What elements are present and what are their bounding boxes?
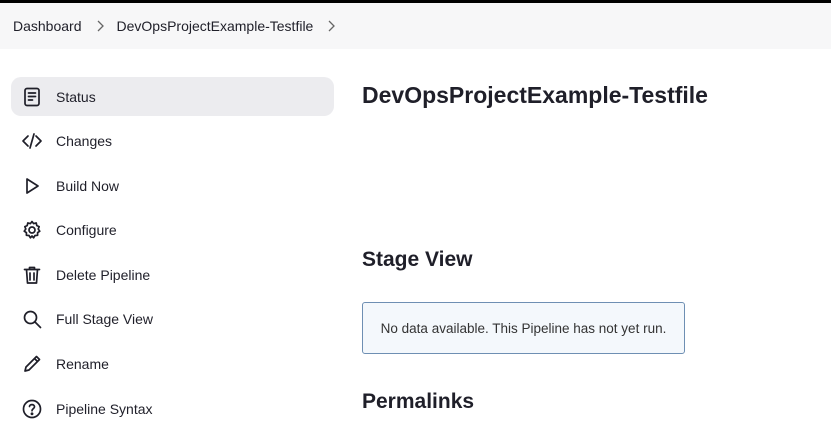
sidebar-item-delete-pipeline[interactable]: Delete Pipeline: [11, 255, 334, 294]
help-icon: [21, 398, 43, 420]
sidebar-item-rename[interactable]: Rename: [11, 345, 334, 384]
status-doc-icon: [21, 86, 43, 108]
trash-icon: [21, 264, 43, 286]
sidebar-item-label: Rename: [56, 356, 109, 373]
chevron-right-icon[interactable]: [326, 20, 336, 32]
sidebar-item-label: Configure: [56, 222, 117, 239]
search-icon: [21, 308, 43, 330]
stage-view-empty-notice: No data available. This Pipeline has not…: [362, 302, 685, 354]
sidebar-item-changes[interactable]: Changes: [11, 122, 334, 161]
breadcrumb-project[interactable]: DevOpsProjectExample-Testfile: [117, 18, 314, 34]
breadcrumb: Dashboard DevOpsProjectExample-Testfile: [0, 3, 831, 49]
sidebar-item-label: Changes: [56, 133, 113, 150]
sidebar-item-build-now[interactable]: Build Now: [11, 166, 334, 205]
sidebar-item-label: Full Stage View: [56, 311, 154, 328]
pencil-icon: [21, 353, 43, 375]
sidebar-item-label: Delete Pipeline: [56, 266, 151, 283]
sidebar-item-label: Status: [56, 88, 96, 105]
stage-view-heading: Stage View: [362, 248, 473, 271]
chevron-right-icon[interactable]: [95, 20, 105, 32]
page-title: DevOpsProjectExample-Testfile: [362, 82, 708, 108]
sidebar: Status Changes Build Now Configure Delet…: [11, 77, 334, 434]
breadcrumb-dashboard[interactable]: Dashboard: [13, 18, 82, 34]
sidebar-item-status[interactable]: Status: [11, 77, 334, 116]
stage-view-empty-text: No data available. This Pipeline has not…: [380, 320, 667, 336]
sidebar-item-configure[interactable]: Configure: [11, 211, 334, 250]
sidebar-item-pipeline-syntax[interactable]: Pipeline Syntax: [11, 389, 334, 428]
sidebar-item-label: Pipeline Syntax: [56, 400, 153, 417]
gear-icon: [21, 219, 43, 241]
sidebar-item-label: Build Now: [56, 177, 120, 194]
play-icon: [21, 175, 43, 197]
code-icon: [21, 130, 43, 152]
sidebar-item-full-stage-view[interactable]: Full Stage View: [11, 300, 334, 339]
permalinks-heading: Permalinks: [362, 390, 475, 413]
